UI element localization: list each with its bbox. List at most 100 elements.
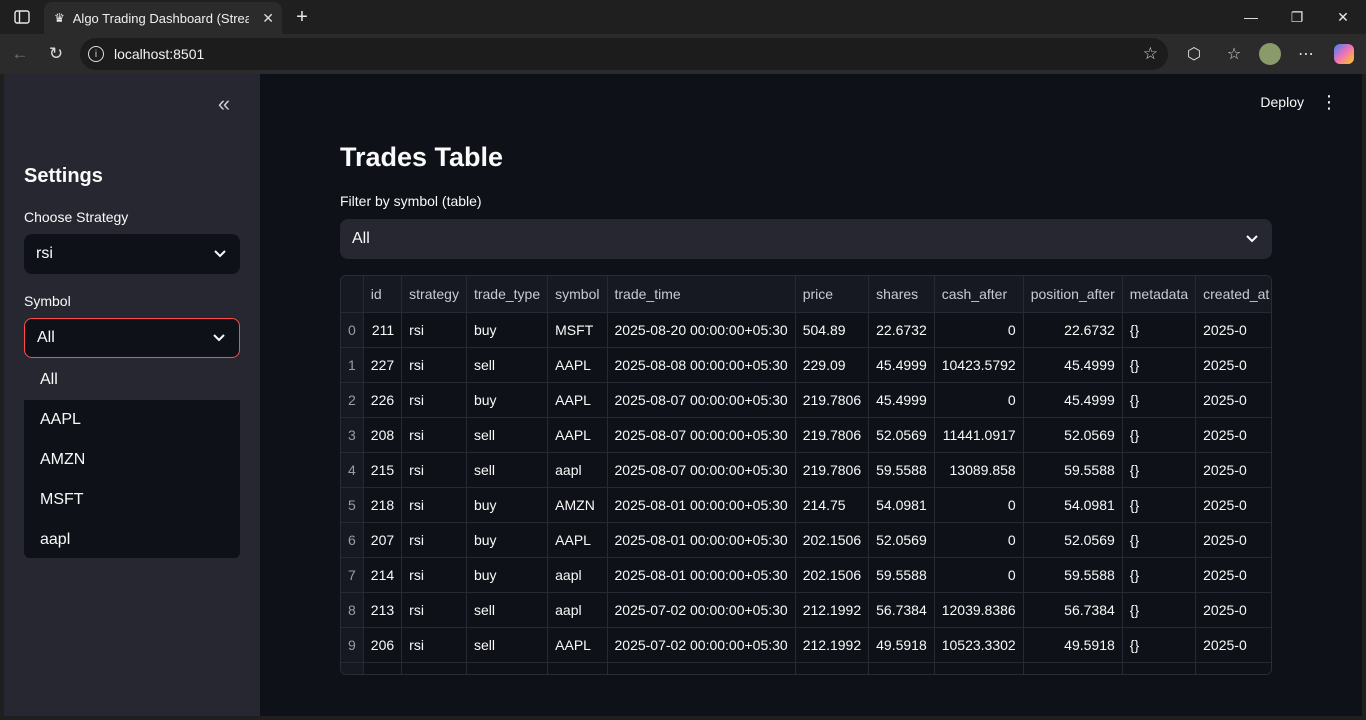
- column-header-symbol[interactable]: symbol: [547, 276, 608, 313]
- profile-avatar[interactable]: [1256, 40, 1284, 68]
- table-cell[interactable]: 2025-08-01 00:00:00+05:30: [607, 522, 796, 558]
- strategy-select[interactable]: rsi: [24, 234, 240, 274]
- tab-close-icon[interactable]: ✕: [262, 10, 274, 27]
- table-cell[interactable]: {}: [1122, 487, 1197, 523]
- favorites-icon[interactable]: ☆: [1220, 40, 1248, 68]
- back-icon[interactable]: ←: [6, 40, 34, 68]
- table-cell[interactable]: 52.0569: [1023, 417, 1123, 453]
- table-cell[interactable]: 12039.8386: [934, 592, 1024, 628]
- table-cell[interactable]: buy: [466, 557, 549, 593]
- column-header-trade-type[interactable]: trade_type: [466, 276, 549, 313]
- table-cell[interactable]: 2025-07-02 00:00:00+05:30: [607, 592, 796, 628]
- table-cell[interactable]: 45.4999: [1023, 382, 1123, 418]
- table-cell[interactable]: 2025-0: [1195, 557, 1271, 593]
- table-cell[interactable]: aapl: [547, 592, 608, 628]
- restore-icon[interactable]: ❐: [1274, 0, 1320, 34]
- copilot-icon[interactable]: [1330, 40, 1358, 68]
- table-cell[interactable]: 59.5588: [1023, 452, 1123, 488]
- table-cell[interactable]: MSFT: [547, 312, 608, 348]
- table-cell[interactable]: 214.75: [795, 487, 870, 523]
- column-header-position-after[interactable]: position_after: [1023, 276, 1123, 313]
- column-header-cash-after[interactable]: cash_after: [934, 276, 1024, 313]
- table-row[interactable]: 5 218 rsi buy AMZN 2025-08-01 00:00:00+05:30 2…: [341, 487, 1271, 523]
- table-cell[interactable]: rsi: [401, 382, 467, 418]
- table-cell[interactable]: {}: [1122, 347, 1197, 383]
- table-row[interactable]: 9 206 rsi sell AAPL 2025-07-02 00:00:00+05:30…: [341, 627, 1271, 663]
- table-cell[interactable]: rsi: [401, 417, 467, 453]
- table-cell[interactable]: 218: [363, 487, 403, 523]
- table-cell[interactable]: 219.7806: [795, 417, 870, 453]
- refresh-icon[interactable]: ↻: [42, 40, 70, 68]
- table-cell[interactable]: 11441.0917: [934, 417, 1024, 453]
- table-cell[interactable]: 213: [363, 592, 403, 628]
- table-cell[interactable]: 1: [341, 347, 364, 383]
- extensions-icon[interactable]: ⬡: [1180, 40, 1208, 68]
- table-cell[interactable]: buy: [466, 382, 549, 418]
- table-cell[interactable]: 2025-08-07 00:00:00+05:30: [607, 452, 796, 488]
- browser-tab[interactable]: ♛ Algo Trading Dashboard (Streamlit) ✕: [44, 2, 282, 34]
- table-cell[interactable]: 2025-08-07 00:00:00+05:30: [607, 382, 796, 418]
- table-cell[interactable]: 3: [341, 417, 364, 453]
- column-header-id[interactable]: id: [363, 276, 403, 313]
- table-cell[interactable]: 2025-08-01 00:00:00+05:30: [607, 487, 796, 523]
- more-icon[interactable]: ⋯: [1292, 40, 1320, 68]
- collapse-sidebar-icon[interactable]: «: [212, 91, 236, 116]
- table-cell[interactable]: 2025-0: [1195, 452, 1271, 488]
- table-cell[interactable]: 10523.3302: [934, 627, 1024, 663]
- table-cell[interactable]: 226: [363, 382, 403, 418]
- window-close-icon[interactable]: ✕: [1320, 0, 1366, 34]
- table-cell[interactable]: 504.89: [795, 312, 870, 348]
- table-cell[interactable]: {}: [1122, 312, 1197, 348]
- table-cell[interactable]: {}: [1122, 452, 1197, 488]
- table-cell[interactable]: rsi: [401, 627, 467, 663]
- table-cell[interactable]: 2025-08-20 00:00:00+05:30: [607, 312, 796, 348]
- table-cell[interactable]: AAPL: [547, 627, 608, 663]
- table-cell[interactable]: AMZN: [547, 487, 608, 523]
- favorite-star-icon[interactable]: ☆: [1143, 44, 1158, 64]
- table-cell[interactable]: 59.5588: [868, 557, 935, 593]
- info-icon[interactable]: i: [88, 46, 104, 62]
- table-cell[interactable]: sell: [466, 627, 549, 663]
- table-cell[interactable]: {}: [1122, 557, 1197, 593]
- table-cell[interactable]: 8: [341, 592, 364, 628]
- symbol-option-amzn[interactable]: AMZN: [24, 440, 240, 480]
- table-cell[interactable]: 2025-0: [1195, 592, 1271, 628]
- table-cell[interactable]: 214: [363, 557, 403, 593]
- table-cell[interactable]: 215: [363, 452, 403, 488]
- table-cell[interactable]: 0: [934, 557, 1024, 593]
- new-tab-icon[interactable]: +: [290, 0, 314, 34]
- symbol-option-aapl[interactable]: AAPL: [24, 400, 240, 440]
- table-row[interactable]: 8 213 rsi sell aapl 2025-07-02 00:00:00+05:30…: [341, 592, 1271, 628]
- table-cell[interactable]: 22.6732: [1023, 312, 1123, 348]
- table-cell[interactable]: buy: [466, 487, 549, 523]
- table-cell[interactable]: rsi: [401, 557, 467, 593]
- table-cell[interactable]: 49.5918: [1023, 627, 1123, 663]
- table-cell[interactable]: 59.5588: [1023, 557, 1123, 593]
- table-row[interactable]: 7 214 rsi buy aapl 2025-08-01 00:00:00+05:30 2…: [341, 557, 1271, 593]
- table-cell[interactable]: AAPL: [547, 347, 608, 383]
- table-cell[interactable]: aapl: [547, 452, 608, 488]
- table-cell[interactable]: 7: [341, 557, 364, 593]
- table-cell[interactable]: 56.7384: [868, 592, 935, 628]
- column-header-trade-time[interactable]: trade_time: [607, 276, 796, 313]
- table-cell[interactable]: 2025-0: [1195, 627, 1271, 663]
- table-cell[interactable]: {}: [1122, 592, 1197, 628]
- table-cell[interactable]: buy: [466, 522, 549, 558]
- table-cell[interactable]: rsi: [401, 452, 467, 488]
- table-cell[interactable]: 0: [934, 522, 1024, 558]
- symbol-option-all[interactable]: All: [24, 360, 240, 400]
- trades-dataframe[interactable]: id strategy trade_type symbol trade_time pric…: [340, 275, 1272, 675]
- table-cell[interactable]: AAPL: [547, 417, 608, 453]
- table-cell[interactable]: 0: [341, 312, 364, 348]
- column-header-metadata[interactable]: metadata: [1122, 276, 1197, 313]
- table-row[interactable]: 2 226 rsi buy AAPL 2025-08-07 00:00:00+05:30 2…: [341, 382, 1271, 418]
- table-cell[interactable]: 22.6732: [868, 312, 935, 348]
- table-cell[interactable]: 227: [363, 347, 403, 383]
- table-cell[interactable]: sell: [466, 347, 549, 383]
- table-row[interactable]: 3 208 rsi sell AAPL 2025-08-07 00:00:00+05:30…: [341, 417, 1271, 453]
- table-cell[interactable]: sell: [466, 417, 549, 453]
- table-cell[interactable]: sell: [466, 592, 549, 628]
- table-cell[interactable]: {}: [1122, 417, 1197, 453]
- table-cell[interactable]: 52.0569: [1023, 522, 1123, 558]
- table-cell[interactable]: {}: [1122, 522, 1197, 558]
